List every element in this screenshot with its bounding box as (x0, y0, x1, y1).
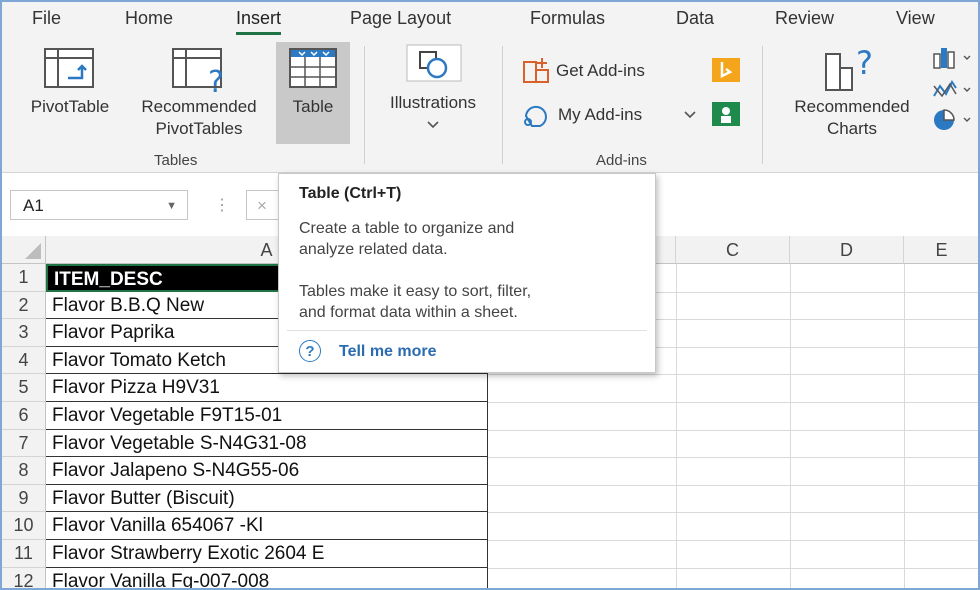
svg-text:?: ? (856, 44, 873, 82)
pivottable-button[interactable]: PivotTable (20, 96, 120, 118)
ribbon-separator (502, 46, 503, 164)
cell-a10[interactable]: Flavor Vanilla 654067 -Kl (46, 512, 488, 540)
row-header[interactable]: 10 (2, 512, 46, 540)
chevron-down-icon[interactable] (684, 110, 696, 120)
tooltip-line1: Create a table to organize and (299, 220, 515, 237)
tab-review[interactable]: Review (775, 8, 834, 29)
ribbon-insert: PivotTable ? Recommended PivotTables Tab… (2, 38, 978, 173)
excel-window: File Home Insert Page Layout Formulas Da… (0, 0, 980, 590)
row-header[interactable]: 7 (2, 429, 46, 458)
tab-page-layout[interactable]: Page Layout (350, 8, 451, 29)
tell-me-more-link[interactable]: Tell me more (339, 343, 437, 361)
cell-a6[interactable]: Flavor Vegetable F9T15-01 (46, 402, 488, 430)
formula-bar-grip-icon: ⋮ (214, 197, 230, 214)
recommended-pivottables-line2: PivotTables (155, 119, 243, 138)
recommended-charts-line1: Recommended (794, 97, 910, 116)
tooltip-title: Table (Ctrl+T) (299, 185, 402, 202)
gridline (488, 512, 978, 514)
get-addins-button[interactable]: Get Add-ins (556, 60, 645, 82)
pivottable-icon (44, 48, 94, 88)
gridline (488, 457, 978, 459)
help-icon[interactable]: ? (299, 340, 321, 362)
cell-a7[interactable]: Flavor Vegetable S-N4G31-08 (46, 429, 488, 458)
people-graph-icon[interactable] (712, 102, 742, 128)
ribbon-separator (364, 46, 365, 164)
tooltip-line3: Tables make it easy to sort, filter, (299, 283, 532, 300)
chevron-down-icon[interactable]: ▼ (166, 191, 177, 221)
illustrations-icon (406, 44, 462, 82)
gridline (488, 429, 978, 431)
cell-a12[interactable]: Flavor Vanilla Fg-007-008 (46, 567, 488, 588)
gridline (488, 402, 978, 403)
line-chart-icon[interactable] (932, 78, 978, 102)
tab-data[interactable]: Data (676, 8, 714, 29)
group-label-addins: Add-ins (596, 152, 647, 169)
store-icon (523, 58, 549, 83)
row-header[interactable]: 9 (2, 484, 46, 513)
recommended-pivottables-button[interactable]: Recommended PivotTables (126, 96, 272, 140)
name-box-value: A1 (23, 196, 44, 215)
ribbon-separator (762, 46, 763, 164)
table-icon (289, 48, 337, 88)
recommended-pivottables-icon: ? (172, 48, 224, 94)
my-addins-button[interactable]: My Add-ins (558, 104, 642, 126)
cell-a9[interactable]: Flavor Butter (Biscuit) (46, 484, 488, 513)
row-header[interactable]: 12 (2, 567, 46, 588)
my-addins-icon (524, 105, 547, 127)
row-header[interactable]: 3 (2, 319, 46, 347)
row-header[interactable]: 11 (2, 540, 46, 568)
group-label-tables: Tables (154, 152, 198, 169)
table-tooltip: Table (Ctrl+T) Create a table to organiz… (278, 173, 656, 373)
ribbon-tabs: File Home Insert Page Layout Formulas Da… (2, 2, 978, 38)
tab-formulas[interactable]: Formulas (530, 8, 605, 29)
row-header[interactable]: 4 (2, 346, 46, 375)
select-all-button[interactable] (2, 236, 46, 264)
chevron-down-icon (427, 121, 439, 129)
cell-a8[interactable]: Flavor Jalapeno S-N4G55-06 (46, 457, 488, 485)
recommended-charts-line2: Charts (826, 119, 878, 138)
gridline (488, 567, 978, 569)
cell-a5[interactable]: Flavor Pizza H9V31 (46, 374, 488, 402)
recommended-charts-button[interactable]: Recommended Charts (778, 96, 926, 140)
row-header[interactable]: 5 (2, 374, 46, 402)
tooltip-line2: analyze related data. (299, 241, 448, 258)
cell-a11[interactable]: Flavor Strawberry Exotic 2604 E (46, 540, 488, 568)
column-header-e[interactable]: E (904, 236, 978, 264)
illustrations-button[interactable]: Illustrations (374, 92, 492, 114)
row-header[interactable]: 1 (2, 264, 46, 292)
tab-insert[interactable]: Insert (236, 8, 282, 35)
tab-home[interactable]: Home (125, 8, 173, 29)
column-header-c[interactable]: C (676, 236, 790, 264)
column-header-d[interactable]: D (790, 236, 904, 264)
recommended-charts-icon: ? (825, 44, 873, 91)
tab-file[interactable]: File (32, 8, 61, 29)
recommended-pivottables-line1: Recommended (141, 97, 257, 116)
tooltip-divider (287, 330, 647, 331)
name-box[interactable]: A1 ▼ (10, 190, 188, 220)
row-header[interactable]: 8 (2, 457, 46, 485)
gridline (488, 484, 978, 486)
tooltip-line4: and format data within a sheet. (299, 304, 518, 321)
row-header[interactable]: 2 (2, 291, 46, 320)
bing-icon[interactable] (712, 58, 742, 84)
row-header[interactable]: 6 (2, 402, 46, 430)
tab-view[interactable]: View (896, 8, 935, 29)
pie-chart-icon[interactable] (932, 108, 978, 134)
gridline (488, 540, 978, 541)
table-button[interactable]: Table (276, 96, 350, 118)
svg-text:?: ? (208, 65, 224, 94)
column-chart-icon[interactable] (932, 46, 978, 70)
gridline (488, 374, 978, 376)
